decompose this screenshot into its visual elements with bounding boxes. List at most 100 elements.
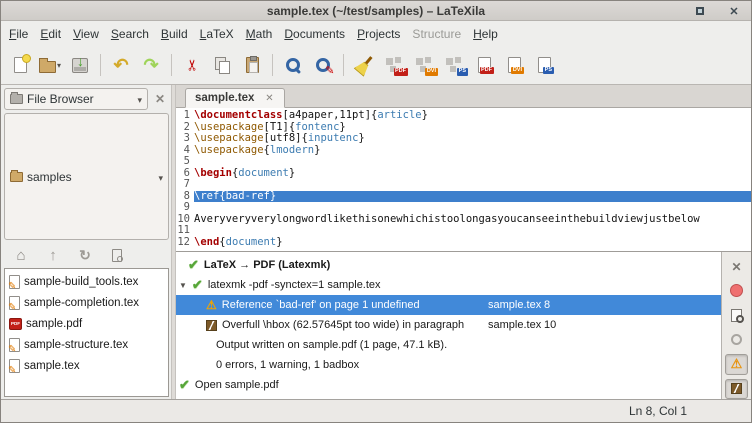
folder-icon bbox=[10, 172, 23, 182]
new-doc-icon bbox=[14, 57, 27, 73]
file-list-item[interactable]: PDFsample.pdf bbox=[5, 313, 168, 334]
menu-edit[interactable]: Edit bbox=[34, 24, 67, 44]
editor-line-6[interactable]: 6\begin{document} bbox=[176, 168, 751, 180]
undo-button[interactable] bbox=[107, 51, 135, 79]
menu-view[interactable]: View bbox=[67, 24, 105, 44]
build-message-row[interactable]: ⚠Reference `bad-ref' on page 1 undefined… bbox=[176, 295, 721, 315]
home-button[interactable] bbox=[12, 246, 30, 264]
search-replace-button[interactable] bbox=[309, 51, 337, 79]
check-icon: ✔ bbox=[179, 377, 190, 393]
build-message-row[interactable]: ✔Open sample.pdf bbox=[176, 375, 721, 395]
build-message-file: sample.tex bbox=[488, 299, 541, 311]
menubar: FileEditViewSearchBuildLaTeXMathDocument… bbox=[1, 21, 751, 46]
line-number: 12 bbox=[176, 237, 194, 249]
close-build-view-button[interactable] bbox=[725, 256, 748, 277]
close-side-panel-button[interactable] bbox=[151, 90, 169, 108]
menu-help[interactable]: Help bbox=[467, 24, 504, 44]
editor[interactable]: 1\documentclass[a4paper,11pt]{article}2\… bbox=[176, 108, 751, 251]
search-button[interactable] bbox=[279, 51, 307, 79]
check-icon: ✔ bbox=[188, 257, 199, 273]
gears-icon: PDF bbox=[385, 57, 404, 74]
menu-documents[interactable]: Documents bbox=[278, 24, 351, 44]
save-button[interactable] bbox=[66, 51, 94, 79]
tab-label: sample.tex bbox=[195, 92, 254, 104]
build-message-file: sample.tex bbox=[488, 319, 541, 331]
menu-file[interactable]: File bbox=[3, 24, 34, 44]
new-file-button[interactable] bbox=[6, 51, 34, 79]
maximize-button[interactable] bbox=[691, 4, 709, 18]
close-button[interactable] bbox=[725, 4, 743, 18]
broom-icon bbox=[355, 56, 373, 74]
editor-line-8[interactable]: 8\ref{bad-ref} bbox=[176, 191, 751, 203]
directory-label: samples bbox=[27, 170, 72, 184]
close-tab-button[interactable] bbox=[263, 92, 275, 104]
build-latex-to-ps-button[interactable]: PS bbox=[440, 51, 468, 79]
refresh-icon bbox=[79, 247, 91, 264]
abort-build-button[interactable] bbox=[725, 281, 748, 302]
file-list-item[interactable]: sample.tex bbox=[5, 355, 168, 376]
editor-line-4[interactable]: 4\usepackage{lmodern} bbox=[176, 145, 751, 157]
window-title: sample.tex (~/test/samples) – LaTeXila bbox=[267, 4, 485, 18]
build-message-text: LaTeX → PDF (Latexmk) bbox=[204, 259, 330, 271]
close-icon bbox=[729, 3, 738, 18]
build-message-row[interactable]: Output written on sample.pdf (1 page, 47… bbox=[176, 335, 721, 355]
chevron-down-icon bbox=[158, 170, 163, 184]
build-view: ✔ LaTeX → PDF (Latexmk) ✔latexmk -pdf -syn… bbox=[176, 251, 751, 399]
build-message-row[interactable]: 0 errors, 1 warning, 1 badbox bbox=[176, 355, 721, 375]
editor-line-10[interactable]: 10Averyveryverylongwordlikethisonewhichi… bbox=[176, 214, 751, 226]
show-errors-toggle[interactable] bbox=[725, 330, 748, 351]
titlebar: sample.tex (~/test/samples) – LaTeXila bbox=[1, 1, 751, 21]
cut-button[interactable] bbox=[178, 51, 206, 79]
build-message-row[interactable]: ✔ LaTeX → PDF (Latexmk) bbox=[176, 255, 721, 275]
side-panel-component-selector[interactable]: File Browser bbox=[4, 88, 148, 110]
file-name: sample-structure.tex bbox=[24, 339, 128, 351]
editor-line-12[interactable]: 12\end{document} bbox=[176, 237, 751, 249]
menu-projects[interactable]: Projects bbox=[351, 24, 406, 44]
build-latex-to-pdf-button[interactable]: PDF bbox=[380, 51, 408, 79]
tex-file-icon bbox=[9, 359, 20, 373]
file-name: sample.pdf bbox=[26, 318, 82, 330]
paste-button[interactable] bbox=[238, 51, 266, 79]
gears-icon: PS bbox=[445, 57, 464, 74]
copy-button[interactable] bbox=[208, 51, 236, 79]
line-number: 11 bbox=[176, 225, 194, 237]
open-file-button[interactable]: ▾ bbox=[36, 51, 64, 79]
show-badboxes-toggle[interactable] bbox=[725, 379, 748, 400]
file-list-item[interactable]: sample-structure.tex bbox=[5, 334, 168, 355]
build-message-line: 8 bbox=[544, 299, 550, 311]
show-warnings-toggle[interactable] bbox=[725, 354, 748, 375]
tab-sample-tex[interactable]: sample.tex bbox=[185, 88, 285, 108]
open-folder-icon bbox=[39, 61, 56, 73]
file-name: sample.tex bbox=[24, 360, 80, 372]
build-latex-to-dvi-button[interactable]: DVI bbox=[410, 51, 438, 79]
menu-search[interactable]: Search bbox=[105, 24, 155, 44]
save-icon bbox=[72, 58, 88, 73]
parent-directory-button[interactable] bbox=[44, 246, 62, 264]
paste-icon bbox=[246, 57, 259, 73]
toolbar-separator bbox=[343, 54, 344, 76]
build-message-row[interactable]: ✔latexmk -pdf -synctex=1 sample.tex bbox=[176, 275, 721, 295]
clean-build-files-button[interactable] bbox=[350, 51, 378, 79]
stop-icon bbox=[730, 284, 743, 297]
file-browser-icon bbox=[10, 94, 23, 104]
view-pdf-button[interactable]: PDF bbox=[470, 51, 498, 79]
show-details-button[interactable] bbox=[725, 305, 748, 326]
window-buttons bbox=[691, 1, 743, 20]
build-message-row[interactable]: Overfull \hbox (62.57645pt too wide) in … bbox=[176, 315, 721, 335]
redo-button[interactable] bbox=[137, 51, 165, 79]
view-ps-button[interactable]: PS bbox=[530, 51, 558, 79]
go-to-active-document-button[interactable] bbox=[108, 246, 126, 264]
toolbar-separator bbox=[272, 54, 273, 76]
menu-build[interactable]: Build bbox=[155, 24, 194, 44]
directory-combo[interactable]: samples bbox=[4, 113, 169, 240]
toolbar: ▾PDFDVIPSPDFDVIPS bbox=[1, 46, 751, 85]
code-text bbox=[194, 179, 751, 191]
warning-icon bbox=[731, 356, 743, 372]
refresh-button[interactable] bbox=[76, 246, 94, 264]
menu-math[interactable]: Math bbox=[240, 24, 279, 44]
warning-icon: ⚠ bbox=[206, 298, 217, 312]
file-list-item[interactable]: sample-completion.tex bbox=[5, 292, 168, 313]
file-list-item[interactable]: sample-build_tools.tex bbox=[5, 271, 168, 292]
menu-latex[interactable]: LaTeX bbox=[194, 24, 240, 44]
view-dvi-button[interactable]: DVI bbox=[500, 51, 528, 79]
